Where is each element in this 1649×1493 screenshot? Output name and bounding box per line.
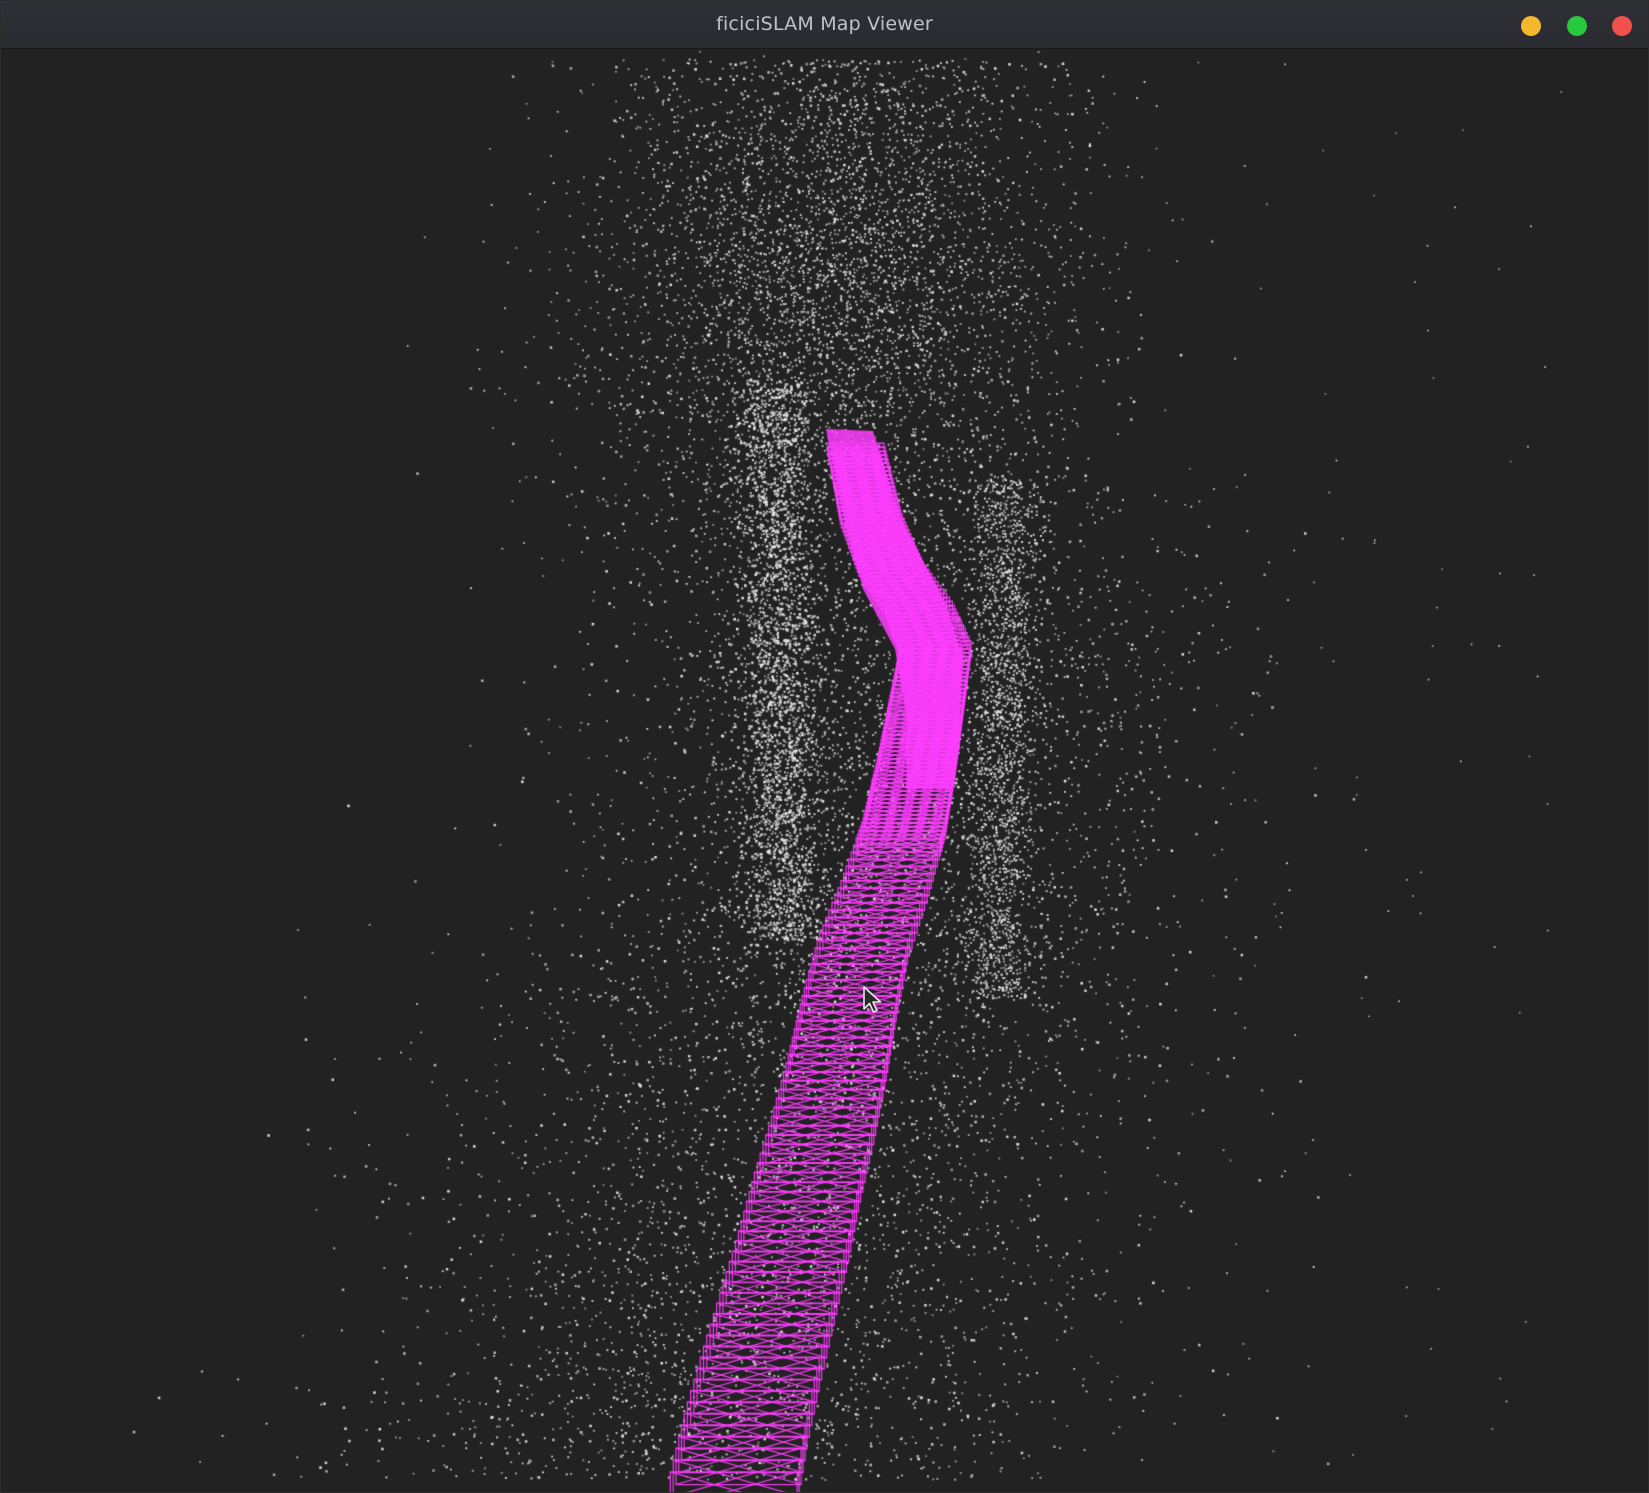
window-title: ficiciSLAM Map Viewer bbox=[716, 13, 933, 35]
app-window: ficiciSLAM Map Viewer bbox=[0, 0, 1649, 1493]
map-viewport[interactable] bbox=[1, 49, 1648, 1492]
close-button[interactable] bbox=[1612, 16, 1632, 36]
minimize-button[interactable] bbox=[1521, 16, 1541, 36]
point-cloud-map-canvas[interactable] bbox=[1, 49, 1648, 1492]
mouse-pointer-icon bbox=[863, 986, 882, 1013]
maximize-button[interactable] bbox=[1567, 16, 1587, 36]
title-bar[interactable]: ficiciSLAM Map Viewer bbox=[1, 1, 1648, 49]
